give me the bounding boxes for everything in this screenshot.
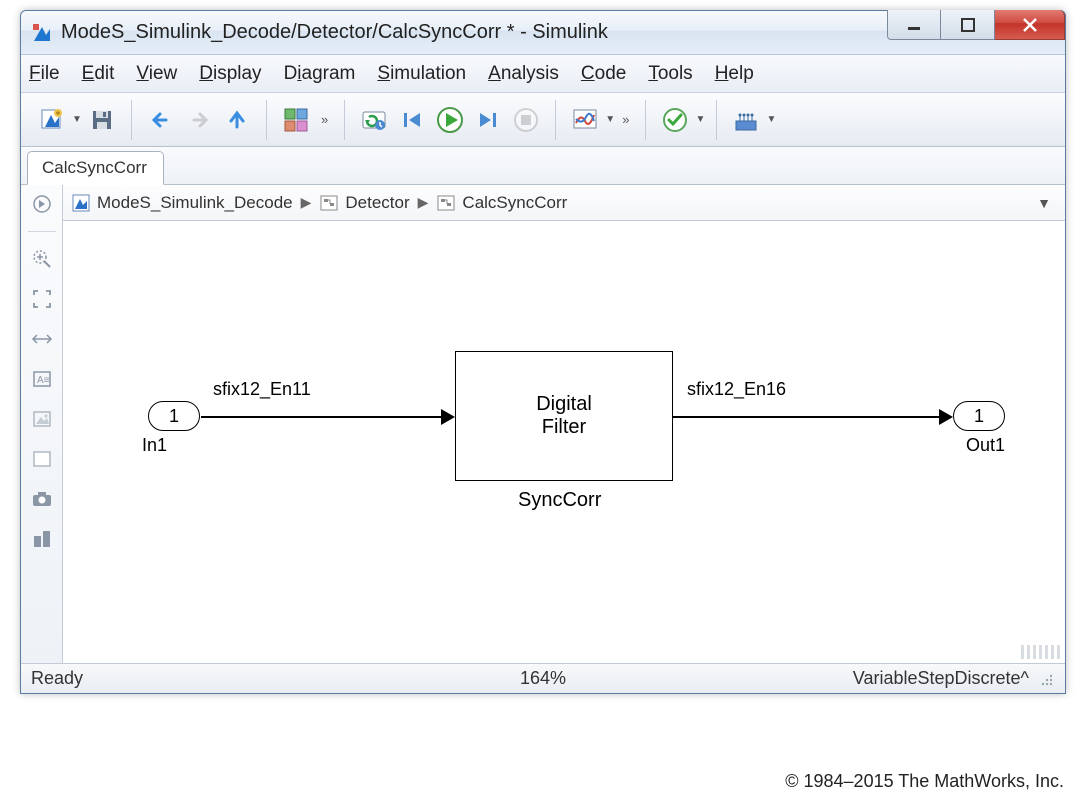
model-top-icon[interactable]	[71, 193, 91, 213]
toolbar: ▼ » ▼ » ▼	[21, 93, 1065, 147]
menu-bar: File Edit View Display Diagram Simulatio…	[21, 55, 1065, 93]
inport-label: In1	[142, 435, 167, 456]
menu-diagram[interactable]: Diagram	[284, 63, 356, 85]
build-button[interactable]	[729, 103, 763, 137]
inspector-dropdown[interactable]: ▼	[604, 114, 616, 125]
status-zoom[interactable]: 164%	[520, 668, 566, 689]
window-title: ModeS_Simulink_Decode/Detector/CalcSyncC…	[61, 21, 887, 44]
advisor-dropdown[interactable]: ▼	[694, 114, 706, 125]
model-browser-button[interactable]	[27, 526, 57, 552]
new-model-button[interactable]	[35, 103, 69, 137]
library-browser-button[interactable]	[279, 103, 313, 137]
outport-label: Out1	[966, 435, 1005, 456]
area-button[interactable]	[27, 446, 57, 472]
toolbar-more-1[interactable]: »	[315, 112, 334, 127]
zoom-tool-button[interactable]	[27, 246, 57, 272]
save-button[interactable]	[85, 103, 119, 137]
up-button[interactable]	[220, 103, 254, 137]
new-dropdown[interactable]: ▼	[71, 114, 83, 125]
breadcrumb-leaf[interactable]: CalcSyncCorr	[462, 193, 567, 213]
menu-analysis[interactable]: Analysis	[488, 63, 559, 85]
step-back-button[interactable]	[395, 103, 429, 137]
breadcrumb-detector[interactable]: Detector	[345, 193, 409, 213]
diagram-canvas[interactable]: 1 In1 sfix12_En11 Digital Filter SyncCor…	[63, 221, 1065, 663]
status-bar: Ready 164% VariableStepDiscrete^	[21, 663, 1065, 693]
forward-button[interactable]	[182, 103, 216, 137]
block-text-1: Digital	[536, 393, 592, 416]
app-icon	[31, 22, 53, 44]
menu-display[interactable]: Display	[199, 63, 261, 85]
arrow-in	[441, 409, 455, 425]
menu-code[interactable]: Code	[581, 63, 626, 85]
menu-help[interactable]: Help	[715, 63, 754, 85]
scroll-indicator	[1021, 645, 1061, 659]
menu-edit[interactable]: Edit	[82, 63, 115, 85]
menu-tools[interactable]: Tools	[648, 63, 692, 85]
build-dropdown[interactable]: ▼	[765, 114, 777, 125]
menu-file[interactable]: File	[29, 63, 60, 85]
tab-calcsynccorr[interactable]: CalcSyncCorr	[27, 151, 164, 185]
step-forward-button[interactable]	[471, 103, 505, 137]
block-name: SyncCorr	[518, 489, 601, 512]
palette-bar: A≡	[21, 185, 63, 663]
minimize-button[interactable]	[887, 10, 941, 40]
back-button[interactable]	[144, 103, 178, 137]
close-button[interactable]	[995, 10, 1065, 40]
outport-number: 1	[974, 406, 984, 427]
image-button[interactable]	[27, 406, 57, 432]
status-solver[interactable]: VariableStepDiscrete^	[853, 668, 1029, 689]
titlebar[interactable]: ModeS_Simulink_Decode/Detector/CalcSyncC…	[21, 11, 1065, 55]
update-diagram-button[interactable]	[357, 103, 391, 137]
app-window: ModeS_Simulink_Decode/Detector/CalcSyncC…	[20, 10, 1066, 694]
toolbar-more-2[interactable]: »	[616, 112, 635, 127]
menu-simulation[interactable]: Simulation	[377, 63, 466, 85]
inport-number: 1	[169, 406, 179, 427]
annotation-button[interactable]: A≡	[27, 366, 57, 392]
block-text-2: Filter	[542, 416, 586, 439]
resize-grip[interactable]	[1037, 670, 1055, 688]
toggle-perspectives-button[interactable]	[27, 326, 57, 352]
fit-view-button[interactable]	[27, 286, 57, 312]
svg-text:A≡: A≡	[37, 375, 50, 386]
chevron-right-icon: ▶	[299, 194, 314, 211]
digital-filter-block[interactable]: Digital Filter	[455, 351, 673, 481]
subsystem-icon	[319, 193, 339, 213]
data-inspector-button[interactable]	[568, 103, 602, 137]
breadcrumb-root[interactable]: ModeS_Simulink_Decode	[97, 193, 293, 213]
status-state: Ready	[31, 668, 83, 689]
menu-view[interactable]: View	[136, 63, 177, 85]
outport-block[interactable]: 1 Out1	[953, 401, 1005, 456]
signal-type-in: sfix12_En11	[213, 379, 311, 400]
run-button[interactable]	[433, 103, 467, 137]
maximize-button[interactable]	[941, 10, 995, 40]
inport-block[interactable]: 1 In1	[148, 401, 200, 456]
model-advisor-button[interactable]	[658, 103, 692, 137]
subsystem-icon	[436, 193, 456, 213]
copyright-text: © 1984–2015 The MathWorks, Inc.	[785, 771, 1064, 792]
breadcrumb-menu[interactable]: ▼	[1037, 195, 1057, 211]
wire-in[interactable]	[201, 416, 445, 418]
stop-button[interactable]	[509, 103, 543, 137]
wire-out[interactable]	[673, 416, 943, 418]
chevron-right-icon: ▶	[416, 194, 431, 211]
breadcrumb: ModeS_Simulink_Decode ▶ Detector ▶ CalcS…	[63, 185, 1065, 221]
hide-browser-button[interactable]	[27, 191, 57, 217]
arrow-out	[939, 409, 953, 425]
tab-strip: CalcSyncCorr	[21, 147, 1065, 185]
signal-type-out: sfix12_En16	[687, 379, 786, 400]
screenshot-button[interactable]	[27, 486, 57, 512]
